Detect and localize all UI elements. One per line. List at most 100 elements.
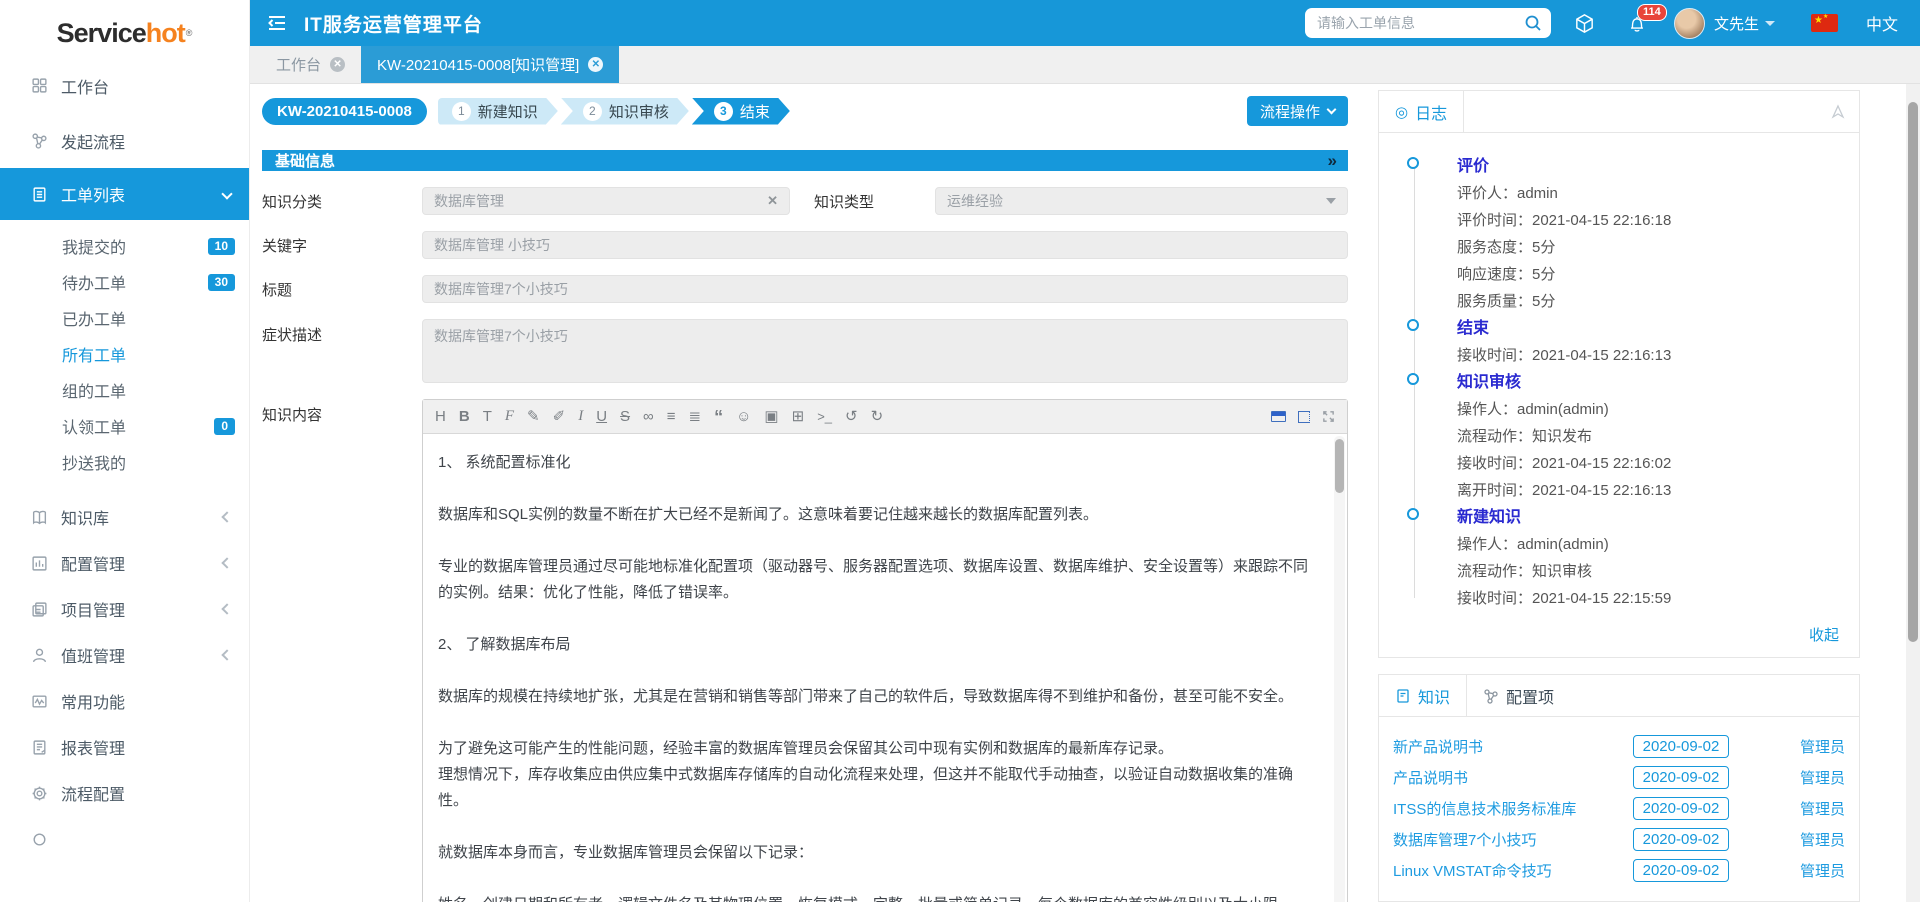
scrollbar-thumb[interactable]: [1908, 102, 1918, 642]
sidebar: Servicehot® 工作台 发起流程 工单列表 我提交的 10 待办工单 3…: [0, 0, 250, 902]
close-icon[interactable]: ✕: [330, 57, 345, 72]
search-box[interactable]: [1305, 8, 1551, 38]
workflow-step-end: 3 结束: [692, 98, 790, 125]
align-icon[interactable]: ≣: [689, 409, 702, 424]
sidebar-item-workbench[interactable]: 工作台: [0, 58, 249, 113]
bold-icon[interactable]: B: [459, 409, 470, 424]
language-switcher[interactable]: 中文: [1866, 11, 1898, 35]
search-input[interactable]: [1317, 15, 1523, 31]
user-name[interactable]: 文先生: [1714, 13, 1759, 34]
tab-workbench[interactable]: 工作台 ✕: [260, 46, 361, 83]
knowledge-date[interactable]: 2020-09-02: [1633, 859, 1729, 882]
chevron-down-icon: [1326, 198, 1336, 204]
quote-icon[interactable]: “: [714, 408, 723, 426]
knowledge-owner[interactable]: 管理员: [1785, 736, 1845, 757]
notification-bell-icon[interactable]: 114: [1626, 12, 1648, 34]
sidebar-item-workorder-list[interactable]: 工单列表: [0, 168, 249, 220]
knowledge-link[interactable]: 新产品说明书: [1393, 736, 1633, 757]
window-view-icon[interactable]: [1271, 411, 1286, 422]
page-scrollbar[interactable]: [1906, 84, 1920, 902]
sidebar-item-common-functions[interactable]: 常用功能: [0, 678, 249, 724]
list-icon[interactable]: ≡: [667, 409, 676, 424]
underline-icon[interactable]: U: [596, 409, 607, 424]
collapse-log-link[interactable]: 收起: [1809, 624, 1839, 645]
sidebar-subitem-my-submitted[interactable]: 我提交的 10: [0, 228, 249, 264]
keyword-field[interactable]: 数据库管理 小技巧: [422, 231, 1348, 259]
knowledge-link[interactable]: ITSS的信息技术服务标准库: [1393, 798, 1633, 819]
cube-icon[interactable]: [1573, 12, 1596, 35]
fontsize-icon[interactable]: T: [483, 409, 492, 424]
title-field[interactable]: 数据库管理7个小技巧: [422, 275, 1348, 303]
knowledge-date[interactable]: 2020-09-02: [1633, 828, 1729, 851]
strikethrough-icon[interactable]: S: [620, 409, 630, 424]
servicehot-logo: Servicehot®: [0, 0, 249, 58]
sidebar-subitem-claim[interactable]: 认领工单 0: [0, 408, 249, 444]
fullscreen-icon[interactable]: [1322, 410, 1335, 423]
chevron-down-icon: [1327, 105, 1337, 115]
sidebar-subitem-all[interactable]: 所有工单: [0, 336, 249, 372]
sidebar-item-duty-mgmt[interactable]: 值班管理: [0, 632, 249, 678]
preview-icon[interactable]: [1298, 411, 1310, 423]
code-icon[interactable]: >_: [817, 410, 832, 423]
sidebar-subitem-todo[interactable]: 待办工单 30: [0, 264, 249, 300]
editor-scrollbar[interactable]: [1334, 436, 1345, 902]
knowledge-date[interactable]: 2020-09-02: [1633, 735, 1729, 758]
sidebar-subitem-cc-me[interactable]: 抄送我的: [0, 444, 249, 480]
emoji-icon[interactable]: ☺: [736, 409, 751, 424]
sidebar-item-start-process[interactable]: 发起流程: [0, 113, 249, 168]
clear-icon[interactable]: ✕: [767, 193, 778, 209]
knowledge-category-field[interactable]: 数据库管理 ✕: [422, 187, 790, 215]
image-icon[interactable]: ▣: [764, 409, 778, 424]
italic-icon[interactable]: I: [578, 409, 583, 424]
process-action-button[interactable]: 流程操作: [1247, 96, 1348, 126]
pen-icon[interactable]: ✐: [553, 409, 566, 424]
pencil-icon[interactable]: ✎: [527, 409, 540, 424]
menu-fold-icon[interactable]: [266, 14, 288, 32]
knowledge-type-select[interactable]: 运维经验: [935, 187, 1348, 215]
tab-config-items[interactable]: 配置项: [1467, 675, 1570, 716]
timeline-dot-icon: [1407, 319, 1419, 331]
knowledge-date[interactable]: 2020-09-02: [1633, 766, 1729, 789]
link-icon[interactable]: ∞: [643, 409, 654, 424]
tab-log[interactable]: ◎ 日志: [1379, 91, 1464, 132]
symptom-textarea[interactable]: 数据库管理7个小技巧: [422, 319, 1348, 383]
knowledge-date[interactable]: 2020-09-02: [1633, 797, 1729, 820]
sidebar-item-project-mgmt[interactable]: 项目管理: [0, 586, 249, 632]
knowledge-link[interactable]: 产品说明书: [1393, 767, 1633, 788]
user-menu-caret-icon[interactable]: [1765, 21, 1775, 26]
knowledge-link[interactable]: 数据库管理7个小技巧: [1393, 829, 1633, 850]
collapse-section-icon[interactable]: »: [1328, 151, 1335, 171]
fontfamily-icon[interactable]: F: [505, 409, 514, 424]
log-entry-title[interactable]: 评价: [1457, 153, 1859, 180]
tab-knowledge-ticket[interactable]: KW-20210415-0008[知识管理] ✕: [361, 46, 619, 83]
sidebar-item-process-config[interactable]: 流程配置: [0, 770, 249, 816]
sidebar-subitem-done[interactable]: 已办工单: [0, 300, 249, 336]
knowledge-owner[interactable]: 管理员: [1785, 767, 1845, 788]
knowledge-owner[interactable]: 管理员: [1785, 860, 1845, 881]
log-entry-title[interactable]: 结束: [1457, 315, 1859, 342]
scroll-top-icon[interactable]: [1830, 104, 1846, 120]
redo-icon[interactable]: ↻: [871, 409, 884, 424]
knowledge-owner[interactable]: 管理员: [1785, 829, 1845, 850]
tab-knowledge[interactable]: 知识: [1379, 675, 1467, 716]
scrollbar-thumb[interactable]: [1335, 439, 1344, 493]
sidebar-item-knowledge-base[interactable]: 知识库: [0, 494, 249, 540]
knowledge-owner[interactable]: 管理员: [1785, 798, 1845, 819]
sidebar-item-config-mgmt[interactable]: 配置管理: [0, 540, 249, 586]
rich-text-editor[interactable]: H B T F ✎ ✐ I U S ∞ ≡ ≣ “ ☺ ▣: [422, 399, 1348, 902]
close-icon[interactable]: ✕: [588, 57, 603, 72]
editor-content[interactable]: 1、 系统配置标准化 数据库和SQL实例的数量不断在扩大已经不是新闻了。这意味着…: [423, 434, 1347, 902]
log-entry-title[interactable]: 知识审核: [1457, 369, 1859, 396]
undo-icon[interactable]: ↺: [845, 409, 858, 424]
search-icon[interactable]: [1523, 13, 1543, 33]
sidebar-item-report-mgmt[interactable]: 报表管理: [0, 724, 249, 770]
user-avatar[interactable]: [1674, 8, 1705, 39]
log-entry-title[interactable]: 新建知识: [1457, 504, 1859, 531]
table-icon[interactable]: ⊞: [792, 409, 805, 424]
heading-icon[interactable]: H: [435, 409, 446, 424]
sidebar-item-partial[interactable]: [0, 816, 249, 862]
knowledge-link[interactable]: Linux VMSTAT命令技巧: [1393, 860, 1633, 881]
workflow-step-review: 2 知识审核: [561, 98, 689, 125]
grid-icon: [30, 77, 48, 95]
sidebar-subitem-group[interactable]: 组的工单: [0, 372, 249, 408]
